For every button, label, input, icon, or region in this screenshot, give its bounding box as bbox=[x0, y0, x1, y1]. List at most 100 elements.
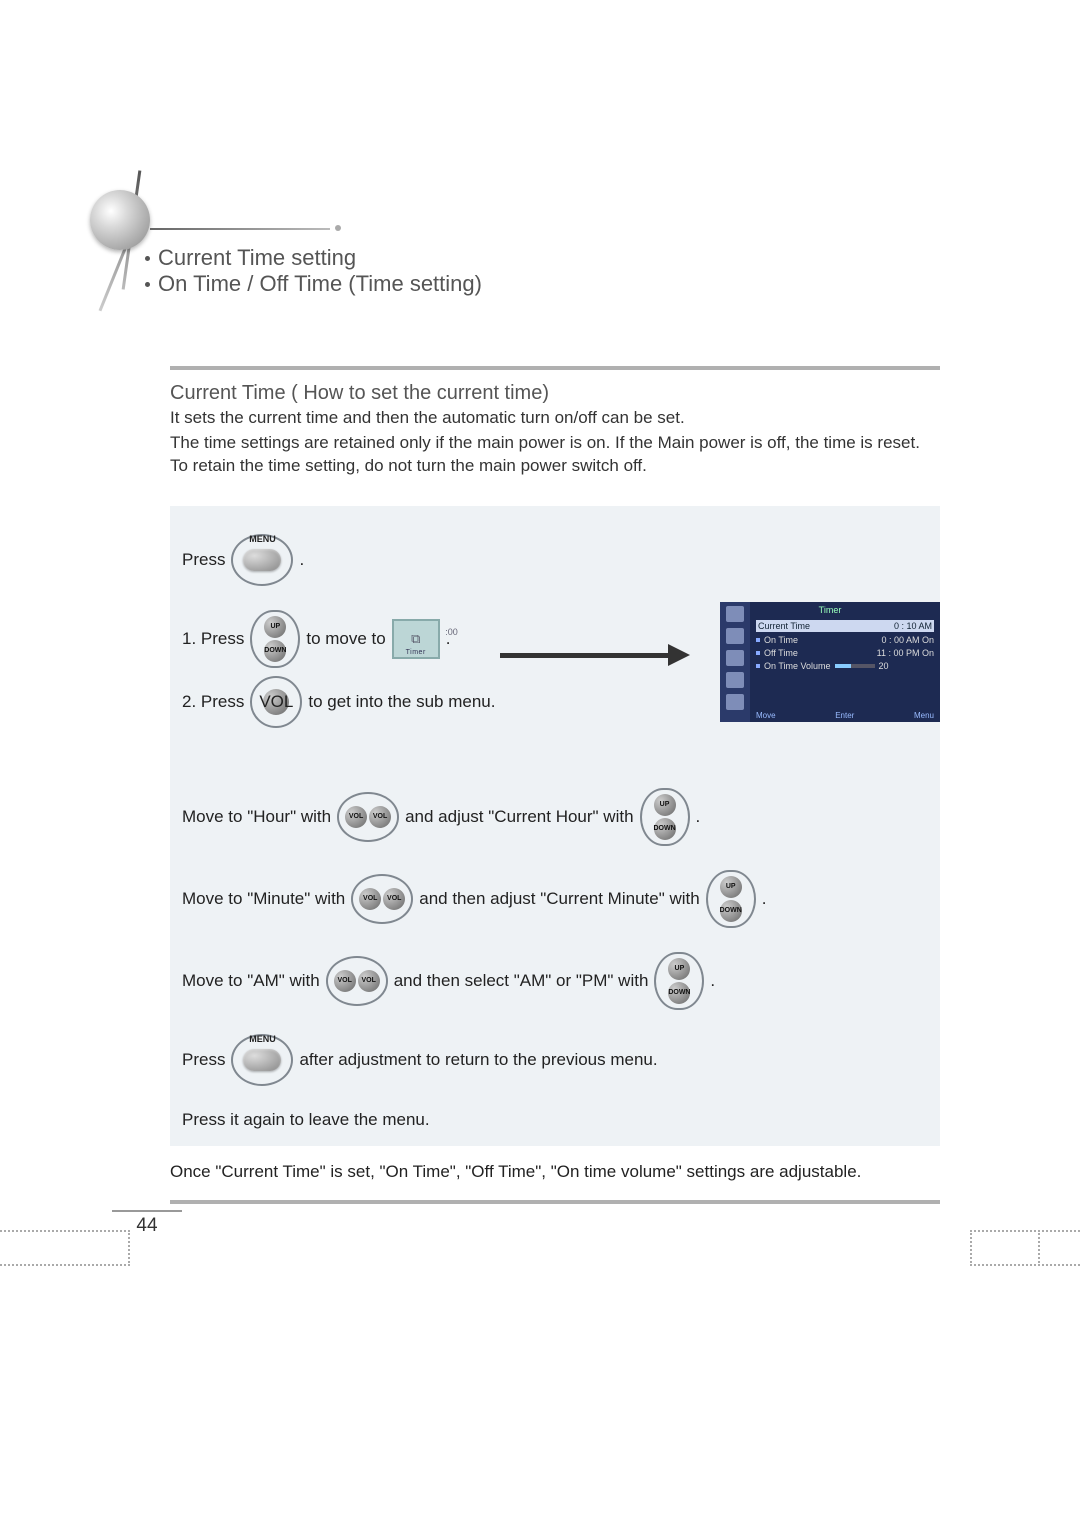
step-text: Move to "AM" with bbox=[182, 971, 320, 991]
up-label: UP bbox=[668, 958, 690, 980]
step-hour: Move to "Hour" with VOL VOL and adjust "… bbox=[182, 788, 928, 846]
up-label: UP bbox=[654, 794, 676, 816]
down-label: DOWN bbox=[668, 982, 690, 1004]
steps-panel: Press MENU . 1. Press UP DOWN to move to… bbox=[170, 506, 940, 1146]
osd-bullet-icon bbox=[756, 664, 760, 668]
step-text: Move to "Minute" with bbox=[182, 889, 345, 909]
arrow-to-osd-icon bbox=[500, 648, 700, 660]
bullet-icon bbox=[145, 256, 150, 261]
up-down-button-icon: UP DOWN bbox=[706, 870, 756, 928]
osd-row-label: On Time bbox=[764, 635, 798, 645]
osd-bullet-icon bbox=[756, 651, 760, 655]
osd-timer-screenshot: Timer Current Time 0 : 10 AM On Time 0 :… bbox=[720, 602, 940, 722]
vol-right-button-icon: VOL bbox=[250, 676, 302, 728]
main-content: Current Time ( How to set the current ti… bbox=[170, 366, 940, 1204]
vol-label: VOL bbox=[359, 888, 381, 910]
button-face-icon bbox=[243, 549, 281, 571]
vol-left-right-button-icon: VOL VOL bbox=[351, 874, 413, 924]
vol-left-right-button-icon: VOL VOL bbox=[337, 792, 399, 842]
clock-icon: ⧉ bbox=[411, 631, 420, 647]
vol-label: VOL bbox=[334, 970, 356, 992]
up-down-button-icon: UP DOWN bbox=[654, 952, 704, 1010]
title-line-2: On Time / Off Time (Time setting) bbox=[158, 271, 482, 297]
osd-footer-menu: Menu bbox=[914, 711, 934, 720]
menu-button-icon: MENU bbox=[231, 1034, 293, 1086]
menu-label: MENU bbox=[249, 534, 276, 544]
step-press-menu: Press MENU . bbox=[182, 534, 928, 586]
down-label: DOWN bbox=[264, 640, 286, 662]
osd-row-volume: On Time Volume 20 bbox=[756, 661, 934, 671]
step-text: Press bbox=[182, 1050, 225, 1070]
osd-row-value: 0 : 10 AM bbox=[894, 621, 932, 631]
vol-left-right-button-icon: VOL VOL bbox=[326, 956, 388, 1006]
osd-icon bbox=[726, 650, 744, 666]
up-label: UP bbox=[720, 876, 742, 898]
sphere-icon bbox=[90, 190, 150, 250]
manual-page: Current Time setting On Time / Off Time … bbox=[0, 0, 1080, 1528]
menu-label: MENU bbox=[249, 1034, 276, 1044]
footer-dotted-box-left bbox=[0, 1230, 130, 1266]
timer-menu-icon: ⧉ :00 Timer bbox=[392, 619, 440, 659]
osd-icon bbox=[726, 672, 744, 688]
osd-row-value: 20 bbox=[879, 661, 889, 671]
osd-footer-enter: Enter bbox=[835, 711, 854, 720]
step-press-again: Press it again to leave the menu. bbox=[182, 1110, 928, 1130]
up-down-button-icon: UP DOWN bbox=[250, 610, 300, 668]
step-text: Press bbox=[182, 550, 225, 570]
vol-label: VOL bbox=[263, 689, 289, 715]
step-text: . bbox=[696, 807, 701, 827]
timer-side-text: :00 bbox=[445, 627, 458, 637]
step-text: Move to "Hour" with bbox=[182, 807, 331, 827]
section-body-line-2: The time settings are retained only if t… bbox=[170, 432, 940, 478]
button-face-icon bbox=[243, 1049, 281, 1071]
up-label: UP bbox=[264, 616, 286, 638]
decorative-dot bbox=[335, 225, 341, 231]
osd-bullet-icon bbox=[756, 638, 760, 642]
down-label: DOWN bbox=[654, 818, 676, 840]
step-text: 1. Press bbox=[182, 629, 244, 649]
closing-note: Once "Current Time" is set, "On Time", "… bbox=[170, 1162, 940, 1182]
osd-icon bbox=[726, 628, 744, 644]
step-text: Press it again to leave the menu. bbox=[182, 1110, 430, 1130]
osd-side-icons bbox=[720, 602, 750, 722]
osd-icon bbox=[726, 694, 744, 710]
title-line-1: Current Time setting bbox=[158, 245, 356, 271]
osd-icon bbox=[726, 606, 744, 622]
step-text: and then select "AM" or "PM" with bbox=[394, 971, 649, 991]
osd-title: Timer bbox=[819, 605, 842, 615]
osd-row-on-time: On Time 0 : 00 AM On bbox=[756, 635, 934, 645]
footer-dotted-sep bbox=[1038, 1230, 1040, 1266]
step-text: and adjust "Current Hour" with bbox=[405, 807, 633, 827]
step-minute: Move to "Minute" with VOL VOL and then a… bbox=[182, 870, 928, 928]
osd-row-label: On Time Volume bbox=[764, 661, 831, 671]
step-text: to get into the sub menu. bbox=[308, 692, 495, 712]
osd-row-label: Current Time bbox=[758, 621, 810, 631]
vol-label: VOL bbox=[369, 806, 391, 828]
vol-label: VOL bbox=[383, 888, 405, 910]
menu-button-icon: MENU bbox=[231, 534, 293, 586]
osd-row-value: 0 : 00 AM On bbox=[881, 635, 934, 645]
step-text: and then adjust "Current Minute" with bbox=[419, 889, 699, 909]
pageno-rule bbox=[112, 1210, 182, 1212]
step-ampm: Move to "AM" with VOL VOL and then selec… bbox=[182, 952, 928, 1010]
osd-row-current-time: Current Time 0 : 10 AM bbox=[756, 620, 934, 632]
vol-label: VOL bbox=[358, 970, 380, 992]
page-titles: Current Time setting On Time / Off Time … bbox=[145, 245, 482, 297]
osd-row-off-time: Off Time 11 : 00 PM On bbox=[756, 648, 934, 658]
down-label: DOWN bbox=[720, 900, 742, 922]
osd-footer-move: Move bbox=[756, 711, 776, 720]
osd-footer: Move Enter Menu bbox=[756, 711, 934, 720]
section-body-line-1: It sets the current time and then the au… bbox=[170, 407, 940, 430]
step-text: 2. Press bbox=[182, 692, 244, 712]
footer-dotted-box-right bbox=[970, 1230, 1080, 1266]
step-text: . bbox=[710, 971, 715, 991]
osd-rows: Current Time 0 : 10 AM On Time 0 : 00 AM… bbox=[756, 620, 934, 671]
section-heading: Current Time ( How to set the current ti… bbox=[170, 382, 940, 405]
bullet-icon bbox=[145, 282, 150, 287]
step-text: to move to bbox=[306, 629, 385, 649]
osd-row-label: Off Time bbox=[764, 648, 798, 658]
step-text: . bbox=[299, 550, 304, 570]
decorative-rule bbox=[150, 228, 330, 230]
up-down-button-icon: UP DOWN bbox=[640, 788, 690, 846]
osd-row-value: 11 : 00 PM On bbox=[877, 648, 934, 658]
